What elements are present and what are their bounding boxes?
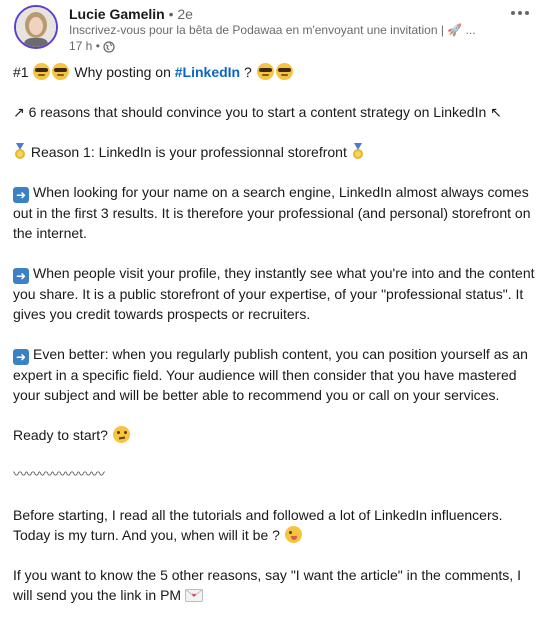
reason1-text: Reason 1: LinkedIn is your professionnal…: [30, 144, 347, 160]
ifyou-text: If you want to know the 5 other reasons,…: [13, 567, 521, 603]
ready-line: Ready to start?: [13, 425, 538, 445]
author-name[interactable]: Lucie Gamelin: [69, 6, 165, 22]
post-number: #1: [13, 64, 29, 80]
nerd-face-emoji: [52, 63, 70, 80]
post-title-line: #1 Why posting on #LinkedIn ?: [13, 62, 538, 82]
right-arrow-icon: ➜: [13, 187, 29, 203]
post-timestamp: 17 h •: [69, 39, 115, 54]
author-line: Lucie Gamelin • 2e: [69, 6, 193, 22]
hashtag-linkedin[interactable]: #LinkedIn: [175, 64, 240, 80]
wave-divider: 〰〰〰〰〰〰〰: [13, 467, 105, 483]
love-letter-icon: [184, 589, 203, 602]
paragraph-2-text: When people visit your profile, they ins…: [13, 265, 535, 322]
paragraph-3-text: Even better: when you regularly publish …: [13, 346, 528, 403]
post-header: Lucie Gamelin • 2e Inscrivez-vous pour l…: [0, 0, 548, 60]
paragraph-1: ➜ When looking for your name on a search …: [13, 182, 538, 243]
title-text: Why posting on: [74, 64, 171, 80]
reasons-line: ↗ 6 reasons that should convince you to …: [13, 104, 502, 120]
connection-degree: • 2e: [168, 6, 193, 22]
nerd-face-emoji: [256, 63, 274, 80]
post-time: 17 h •: [69, 39, 100, 53]
ready-text: Ready to start?: [13, 427, 108, 443]
thinking-face-emoji: [112, 426, 130, 443]
post-body: #1 Why posting on #LinkedIn ? ↗ 6 reason…: [13, 62, 538, 605]
nerd-face-emoji: [33, 63, 51, 80]
title-question: ?: [244, 64, 252, 80]
avatar[interactable]: [14, 5, 58, 49]
reason1-line: Reason 1: LinkedIn is your professionnal…: [13, 142, 538, 162]
paragraph-3: ➜ Even better: when you regularly publish…: [13, 344, 538, 405]
globe-icon: [103, 40, 115, 53]
nerd-face-emoji: [275, 63, 293, 80]
paragraph-2: ➜ When people visit your profile, they in…: [13, 263, 538, 324]
more-options-icon[interactable]: [508, 7, 532, 19]
winking-face-emoji: [284, 526, 302, 543]
ifyou-line: If you want to know the 5 other reasons,…: [13, 565, 538, 605]
medal-icon: [15, 143, 25, 159]
author-headline: Inscrivez-vous pour la bêta de Podawaa e…: [69, 23, 476, 37]
before-line: Before starting, I read all the tutorial…: [13, 505, 538, 545]
right-arrow-icon: ➜: [13, 268, 29, 284]
before-text: Before starting, I read all the tutorial…: [13, 507, 503, 543]
paragraph-1-text: When looking for your name on a search e…: [13, 184, 531, 241]
right-arrow-icon: ➜: [13, 349, 29, 365]
medal-icon: [352, 143, 363, 159]
